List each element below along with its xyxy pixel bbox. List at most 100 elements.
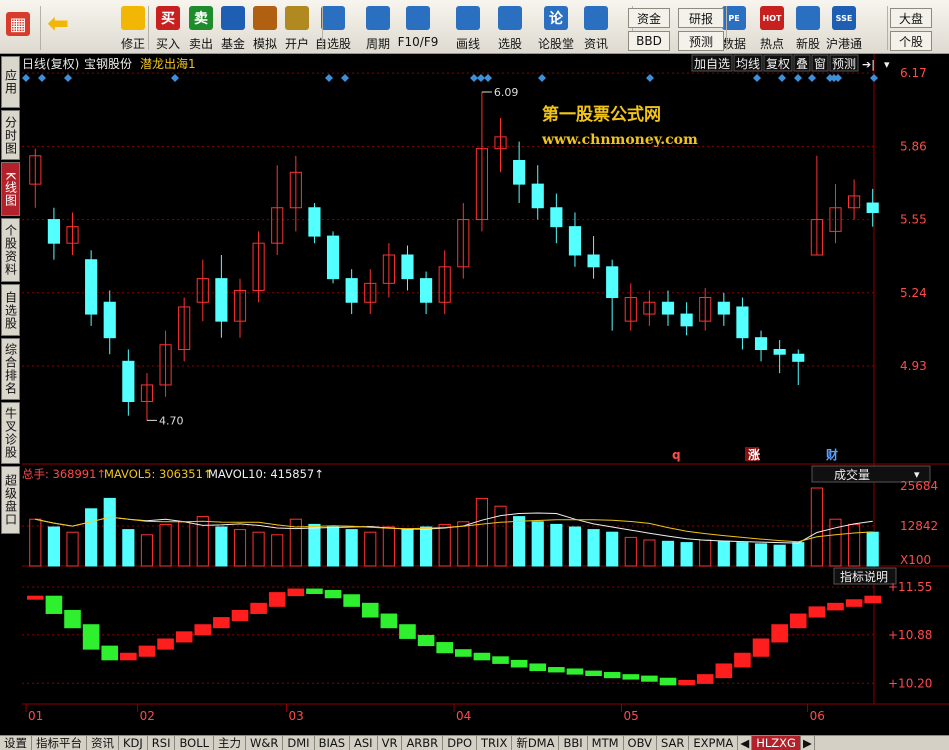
price-axis-label: 6.17 <box>900 66 927 80</box>
indicator-bar <box>529 663 547 672</box>
scroll-left-icon[interactable]: ◀ <box>738 736 753 750</box>
indicator-bar <box>603 672 621 679</box>
candle[interactable] <box>85 250 98 326</box>
bottom-tab-12[interactable]: ARBR <box>402 736 444 750</box>
bottom-tab-4[interactable]: RSI <box>148 736 176 750</box>
bottom-tab-3[interactable]: KDJ <box>119 736 148 750</box>
select-stock-button[interactable]: 选股 <box>488 4 532 52</box>
header-dropdown-icon[interactable]: ▾ <box>884 58 890 71</box>
left-tab-5[interactable]: 综合排名 <box>1 338 20 400</box>
indicator-bar <box>27 595 44 600</box>
forum-button[interactable]: 论论股堂 <box>534 4 578 52</box>
bottom-tab-18[interactable]: OBV <box>624 736 657 750</box>
bottom-tab-0[interactable]: 设置 <box>0 736 32 750</box>
back-arrow-button[interactable]: ⬅ <box>36 9 80 58</box>
event-marker[interactable]: 涨 <box>748 447 760 462</box>
candle-body <box>326 235 340 280</box>
indicator-bar <box>82 624 100 650</box>
event-marker[interactable]: q <box>672 448 681 462</box>
price-axis-label: 5.24 <box>900 286 927 300</box>
left-tab-3[interactable]: 个股资料 <box>1 218 20 282</box>
candle[interactable] <box>326 231 340 284</box>
candle-body <box>550 207 563 228</box>
grid-button[interactable]: ▦ <box>0 10 40 58</box>
candle-body <box>661 301 675 315</box>
bottom-tab-5[interactable]: BOLL <box>175 736 215 750</box>
price-axis-label: 4.93 <box>900 359 927 373</box>
indicator-help-button[interactable]: 指标说明 <box>833 567 897 585</box>
indicator-bar <box>175 631 193 643</box>
chart-area: 日线(复权) 宝钢股份 潜龙出海1 加自选 均线 复权叠窗预测 ➔| ▾ 6.17 5.86 5.5… <box>22 54 949 738</box>
candle-body <box>215 278 228 322</box>
left-tab-7[interactable]: 超级盘口 <box>1 466 20 534</box>
header-button-0[interactable]: 加自选 <box>691 54 733 72</box>
star-button[interactable]: 自选股 <box>311 4 355 52</box>
watermark-title: 第一股票公式网 <box>542 104 661 125</box>
forecast-button[interactable]: 预测 <box>678 31 724 51</box>
indicator-bar <box>45 595 63 614</box>
indicator-bar <box>231 609 249 622</box>
volume-bar <box>792 542 805 567</box>
volume-axis-mid: 12842 <box>900 519 938 533</box>
bbd-button[interactable]: BBD <box>628 31 670 51</box>
toolbar-label: 卖出 <box>188 37 213 51</box>
bottom-tab-16[interactable]: BBI <box>559 736 588 750</box>
indicator-bar <box>808 606 826 618</box>
bottom-tab-15[interactable]: 新DMA <box>512 736 560 750</box>
bottom-tab-8[interactable]: DMI <box>283 736 315 750</box>
header-button-1[interactable]: 均线 <box>733 54 763 72</box>
fund-flow-button[interactable]: 资金 <box>628 8 670 28</box>
candle-body <box>345 278 358 303</box>
bottom-tab-6[interactable]: 主力 <box>214 736 247 750</box>
pencil-button[interactable]: 画线 <box>446 4 490 52</box>
individual-stock-button[interactable]: 个股 <box>890 31 932 51</box>
indicator-bar <box>194 624 212 636</box>
left-tab-4[interactable]: 自选股 <box>1 284 20 336</box>
bottom-tab-9[interactable]: BIAS <box>315 736 351 750</box>
bottom-tab-7[interactable]: W&R <box>246 736 284 750</box>
event-marker[interactable]: 财 <box>825 447 838 462</box>
clock-button[interactable]: 周期 <box>356 4 400 52</box>
indicator-bar <box>101 645 119 661</box>
left-tab-0[interactable]: 应用 <box>1 56 20 108</box>
header-button-3[interactable]: 叠 <box>793 54 811 72</box>
bottom-tab-10[interactable]: ASI <box>350 736 378 750</box>
news-button[interactable]: 资讯 <box>574 4 618 52</box>
header-button-2[interactable]: 复权 <box>763 54 793 72</box>
scroll-right-icon[interactable]: ▶ <box>801 736 815 750</box>
volume-bar <box>85 508 98 567</box>
indicator-bar <box>250 602 267 614</box>
research-report-button[interactable]: 研报 <box>678 8 724 28</box>
bottom-tab-11[interactable]: VR <box>378 736 403 750</box>
toolbar-separator <box>148 6 149 50</box>
toolbar-label: 画线 <box>455 37 480 51</box>
left-tab-6[interactable]: 牛叉诊股 <box>1 402 20 464</box>
bottom-tab-2[interactable]: 资讯 <box>87 736 119 750</box>
volume-dropdown-label: 成交量 <box>834 467 870 482</box>
bottom-tab-21[interactable]: HLZXG <box>752 736 801 750</box>
bottom-tab-20[interactable]: EXPMA <box>689 736 739 750</box>
indicator-bar <box>548 667 565 673</box>
f10-button[interactable]: F10/F9 <box>396 4 440 52</box>
indicator-bar <box>510 659 528 668</box>
header-button-5[interactable]: 预测 <box>829 54 859 72</box>
toolbar-label: 基金 <box>220 37 245 51</box>
bottom-tab-14[interactable]: TRIX <box>477 736 513 750</box>
left-tab-2[interactable]: K线图 <box>1 162 20 216</box>
left-tab-1[interactable]: 分时图 <box>1 110 20 160</box>
volume-bar <box>866 531 879 567</box>
market-index-button[interactable]: 大盘 <box>890 8 932 28</box>
candle-body <box>587 254 600 268</box>
header-button-4[interactable]: 窗 <box>811 54 829 72</box>
bottom-tab-19[interactable]: SAR <box>657 736 690 750</box>
volume-bar <box>754 543 768 567</box>
bottom-tab-17[interactable]: MTM <box>588 736 624 750</box>
indicator-bar <box>622 674 640 680</box>
bottom-tab-1[interactable]: 指标平台 <box>32 736 87 750</box>
sse-hkex-button[interactable]: SSE 沪港通 <box>822 4 866 52</box>
bottom-tab-13[interactable]: DPO <box>443 736 478 750</box>
exit-fullscreen-icon[interactable]: ➔| <box>862 58 875 71</box>
stock-chart[interactable]: 日线(复权) 宝钢股份 潜龙出海1 加自选 均线 复权叠窗预测 ➔| ▾ 6.17 5.86 5.5… <box>22 54 949 738</box>
indicator-bar <box>715 663 733 679</box>
volume-bar <box>773 544 786 567</box>
